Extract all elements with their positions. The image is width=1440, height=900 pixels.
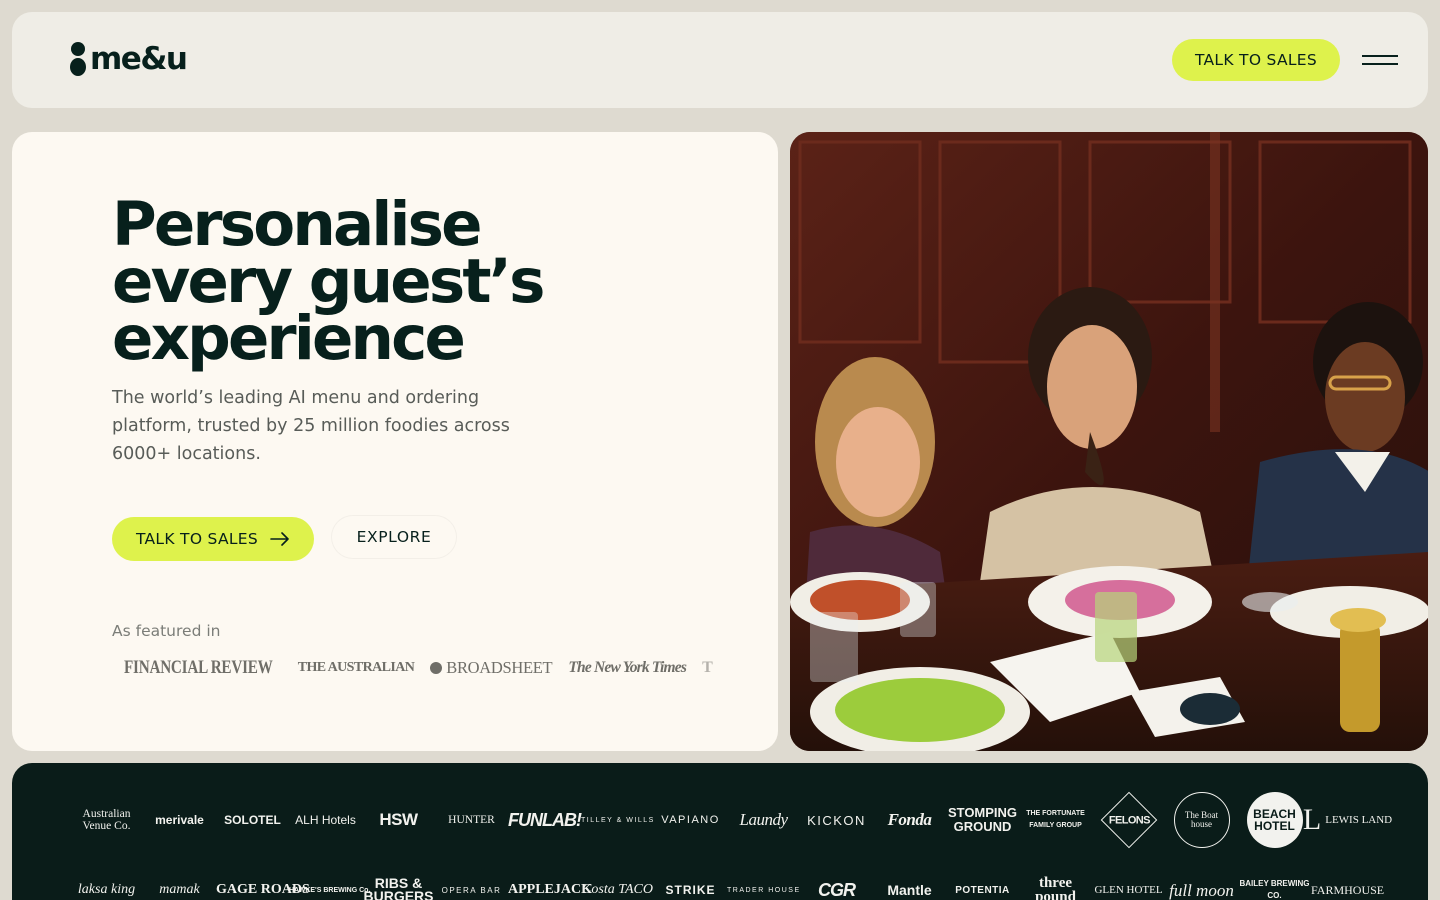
hero-photo-diners xyxy=(790,132,1428,751)
client-logo: TRADER HOUSE xyxy=(727,886,801,894)
arrow-right-icon xyxy=(270,532,289,546)
client-logo: FARMHOUSE xyxy=(1311,883,1385,897)
beach-hotel-text: BEACH HOTEL xyxy=(1246,792,1303,848)
client-logo: Fonda xyxy=(887,810,932,829)
header-talk-to-sales-button[interactable]: TALK TO SALES xyxy=(1172,39,1340,81)
client-logo: mamak xyxy=(159,882,200,897)
client-logo: FUNLAB! xyxy=(508,809,582,830)
client-logo: HSW xyxy=(379,810,418,829)
client-logo: HUNTER xyxy=(448,814,495,826)
client-logo: GAGE ROADS xyxy=(216,882,310,897)
hero-headline: Personalise every guest’s experience xyxy=(112,189,632,374)
client-logo: APPLEJACK xyxy=(508,882,592,897)
hero-talk-to-sales-button[interactable]: TALK TO SALES xyxy=(112,517,314,561)
meandu-logo[interactable]: me&u xyxy=(70,40,188,77)
press-truncated-logo: T xyxy=(702,659,713,676)
client-logo: ALH Hotels xyxy=(295,813,356,827)
client-logo: THE FORTUNATE FAMILY GROUP xyxy=(1026,810,1085,829)
hero-subtext: The world’s leading AI menu and ordering… xyxy=(112,388,510,464)
client-logo: Costa TACO xyxy=(582,882,653,897)
client-logo: SOLOTEL xyxy=(224,813,281,827)
logo-dots-icon xyxy=(70,42,86,76)
client-logo: STOMPING GROUND xyxy=(947,805,1018,834)
headline-line-3: experience xyxy=(112,303,466,374)
client-logo: merivale xyxy=(155,813,204,827)
client-logos-row-1: Australian Venue Co. merivale SOLOTEL AL… xyxy=(70,791,1392,849)
hero-talk-to-sales-label: TALK TO SALES xyxy=(135,530,259,548)
press-logos: FINANCIAL REVIEW THE AUSTRALIAN BROADSHE… xyxy=(124,657,713,679)
broadsheet-text: BROADSHEET xyxy=(446,658,553,677)
client-logo: full moon xyxy=(1169,880,1234,900)
featured-in-label: As featured in xyxy=(112,622,221,640)
press-the-australian-logo: THE AUSTRALIAN xyxy=(297,660,415,675)
client-logo: L LEWIS LAND xyxy=(1303,803,1392,837)
client-logo: TILLEY & WILLS xyxy=(581,816,655,824)
client-logo: RIBS & BURGERS xyxy=(363,875,434,900)
client-logo: Australian Venue Co. xyxy=(82,808,131,832)
explore-button[interactable]: EXPLORE xyxy=(332,516,456,558)
client-logo: three pound xyxy=(1035,875,1076,900)
press-broadsheet-logo: BROADSHEET xyxy=(430,658,553,678)
client-logo: KICKON xyxy=(807,812,866,828)
client-logo: BEACH HOTEL xyxy=(1238,792,1311,848)
broadsheet-dot-icon xyxy=(430,662,443,674)
client-logo: laksa king xyxy=(77,882,136,897)
client-logo: HAWKE'S BREWING Co. xyxy=(289,886,371,894)
client-logos-row-2: laksa king mamak GAGE ROADS HAWKE'S BREW… xyxy=(70,865,1384,900)
client-logo: Laundy xyxy=(739,810,789,829)
press-nyt-logo: The New York Times xyxy=(568,659,687,676)
client-logo: OPERA BAR xyxy=(441,885,502,895)
press-financial-review-logo: FINANCIAL REVIEW xyxy=(124,657,273,678)
client-logo: CGR xyxy=(818,879,856,900)
felons-text: FELONS xyxy=(1107,814,1150,827)
boathouse-text: The Boat house xyxy=(1173,792,1230,848)
lewis-land-L-icon: L xyxy=(1302,803,1322,836)
client-logo: GLEN HOTEL xyxy=(1094,884,1163,896)
headline-line-2: every guest’s xyxy=(112,246,545,317)
lewis-land-text: LEWIS LAND xyxy=(1325,813,1393,826)
hamburger-menu-icon[interactable] xyxy=(1360,50,1400,70)
client-logo: BAILEY BREWING CO. xyxy=(1239,879,1310,900)
client-logo: The Boat house xyxy=(1165,792,1238,848)
logo-wordmark: me&u xyxy=(90,40,188,77)
headline-line-1: Personalise xyxy=(112,189,482,260)
client-logo: POTENTIA xyxy=(955,884,1010,896)
client-logo: VAPIANO xyxy=(661,814,720,826)
client-logos-strip: Australian Venue Co. merivale SOLOTEL AL… xyxy=(12,763,1428,900)
diners-illustration xyxy=(790,132,1428,751)
site-header: me&u TALK TO SALES xyxy=(12,12,1428,108)
client-logo: FELONS xyxy=(1092,791,1165,849)
client-logo: STRIKE xyxy=(665,883,716,897)
client-logo: Mantle xyxy=(887,882,932,898)
hero-card: Personalise every guest’s experience The… xyxy=(12,132,778,751)
